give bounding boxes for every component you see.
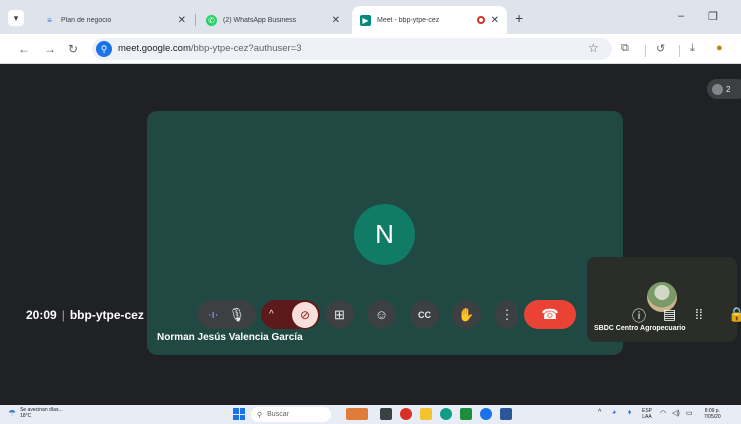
task-view-icon[interactable]	[380, 408, 392, 420]
clock-date: 7/05/20	[704, 414, 721, 420]
clock-divider: |	[61, 308, 65, 322]
excel-icon[interactable]	[460, 408, 472, 420]
whatsapp-icon: ✆	[206, 14, 217, 26]
profile-icon[interactable]: ●	[716, 42, 723, 54]
file-explorer-icon[interactable]	[420, 408, 432, 420]
address-bar[interactable]: ⚲ meet.google.com/bbp-ytpe-cez?authuser=…	[92, 38, 612, 60]
more-options-button[interactable]: ⋮	[496, 300, 518, 329]
tab-title: Meet - bbp-ytpe-cez	[377, 16, 440, 24]
info-icon[interactable]: ⓘ	[632, 306, 646, 326]
taskbar-app-icon[interactable]	[346, 408, 368, 420]
mic-control[interactable]: ·ı· 🎙	[197, 300, 256, 329]
tray-app-icon[interactable]: ◕	[612, 409, 616, 416]
microphone-icon[interactable]: 🎙	[228, 307, 245, 323]
wifi-icon[interactable]: ◠	[660, 409, 666, 417]
taskbar-search[interactable]: ⚲ Buscar	[251, 407, 331, 422]
host-controls-icon[interactable]: 🔒	[728, 306, 741, 323]
meeting-clock: 20:09	[26, 308, 57, 322]
meet-icon: ▶	[360, 14, 371, 26]
meet-stage: 2 N Norman Jesús Valencia García SBDC Ce…	[0, 65, 741, 405]
history-icon[interactable]: ↺	[656, 42, 665, 55]
tab-whatsapp[interactable]: ✆ (2) WhatsApp Business ✕	[198, 6, 348, 34]
url-host: meet.google.com	[118, 43, 191, 54]
forward-icon[interactable]: →	[44, 42, 56, 56]
battery-icon[interactable]: ▭	[686, 409, 693, 417]
more-vert-icon: ⋮	[500, 306, 514, 322]
participant-count: 2	[726, 84, 731, 94]
app-icon[interactable]	[480, 408, 492, 420]
tray-chevron-icon[interactable]: ^	[598, 409, 601, 416]
bookmark-star-icon[interactable]: ☆	[588, 41, 599, 55]
minimize-button[interactable]: –	[678, 10, 684, 22]
chat-icon[interactable]: ▤	[663, 306, 676, 323]
restore-button[interactable]: ❐	[708, 10, 718, 23]
system-clock[interactable]: 8:09 p. 7/05/20	[704, 408, 721, 420]
close-icon[interactable]: ✕	[178, 15, 186, 26]
download-icon[interactable]: ⤓	[690, 42, 695, 55]
captions-button[interactable]: CC	[410, 300, 439, 329]
weather-temp: 18°C	[20, 413, 32, 419]
tab-divider	[195, 14, 196, 26]
new-tab-button[interactable]: +	[515, 10, 523, 26]
captions-icon: CC	[418, 309, 431, 320]
chevron-up-icon[interactable]: ^	[269, 309, 274, 320]
toolbar-divider	[645, 45, 646, 57]
tab-search-button[interactable]: ▾	[8, 10, 24, 26]
toolbar-divider	[679, 45, 680, 57]
camera-control[interactable]: ^ ⊘	[261, 300, 320, 329]
weather-icon: ☂	[8, 408, 17, 418]
browser-toolbar: ← → ↻ ⚲ meet.google.com/bbp-ytpe-cez?aut…	[0, 34, 741, 64]
url-path: /bbp-ytpe-cez?authuser=3	[190, 43, 302, 54]
windows-start-icon[interactable]	[233, 408, 245, 420]
recording-icon	[476, 16, 485, 24]
audio-level-icon: ·ı·	[208, 308, 219, 321]
self-name: SBDC Centro Agropecuario	[594, 325, 686, 332]
hangup-icon: ☎	[541, 306, 559, 322]
language-indicator[interactable]: ESP LAA	[642, 408, 652, 420]
meeting-code: bbp-ytpe-cez	[69, 308, 144, 322]
site-info-icon[interactable]: ⚲	[96, 41, 112, 57]
edge-icon[interactable]	[440, 408, 452, 420]
tab-title: (2) WhatsApp Business	[223, 16, 297, 24]
participant-avatar-icon	[712, 83, 723, 95]
meeting-info: 20:09 | bbp-ytpe-cez	[26, 308, 144, 322]
reactions-button[interactable]: ☺	[367, 300, 396, 329]
participant-name: Norman Jesús Valencia García	[157, 332, 303, 343]
plan-icon: ≡	[47, 15, 52, 25]
url-text[interactable]: meet.google.com/bbp-ytpe-cez?authuser=3	[118, 43, 302, 54]
weather-widget[interactable]: ☂ Se avecinan días... 18°C	[8, 407, 63, 419]
back-icon[interactable]: ←	[18, 42, 30, 56]
chrome-icon[interactable]	[400, 408, 412, 420]
tab-strip: ▾ ≡ Plan de negocio ✕ ✆ (2) WhatsApp Bus…	[0, 0, 741, 34]
hand-icon: ✋	[458, 306, 475, 322]
activities-icon[interactable]: ⁞⁞	[695, 306, 703, 322]
keyboard-layout: LAA	[642, 414, 652, 420]
participants-chip[interactable]: 2	[707, 79, 741, 99]
search-icon: ⚲	[257, 411, 263, 419]
raise-hand-button[interactable]: ✋	[452, 300, 481, 329]
tab-title: Plan de negocio	[61, 16, 112, 24]
close-icon[interactable]: ✕	[332, 15, 340, 26]
tab-plan-de-negocio[interactable]: ≡ Plan de negocio ✕	[36, 6, 194, 34]
present-button[interactable]: ⊞	[325, 300, 354, 329]
tab-meet[interactable]: ▶ Meet - bbp-ytpe-cez ✕	[352, 6, 507, 34]
camera-off-icon[interactable]: ⊘	[292, 301, 318, 328]
word-icon[interactable]	[500, 408, 512, 420]
tray-location-icon[interactable]: ⬧	[628, 409, 631, 417]
windows-taskbar: ☂ Se avecinan días... 18°C ⚲ Buscar ^ ◕ …	[0, 405, 741, 424]
volume-icon[interactable]: ◁)	[672, 409, 680, 417]
reload-icon[interactable]: ↻	[68, 42, 78, 56]
present-screen-icon: ⊞	[334, 306, 345, 322]
extensions-icon[interactable]: ⧉	[621, 42, 629, 55]
participant-avatar: N	[354, 204, 415, 265]
search-label: Buscar	[267, 411, 289, 418]
leave-call-button[interactable]: ☎	[524, 300, 576, 329]
close-icon[interactable]: ✕	[491, 15, 499, 26]
self-video-tile[interactable]: SBDC Centro Agropecuario	[587, 257, 737, 342]
emoji-icon: ☺	[374, 307, 389, 322]
